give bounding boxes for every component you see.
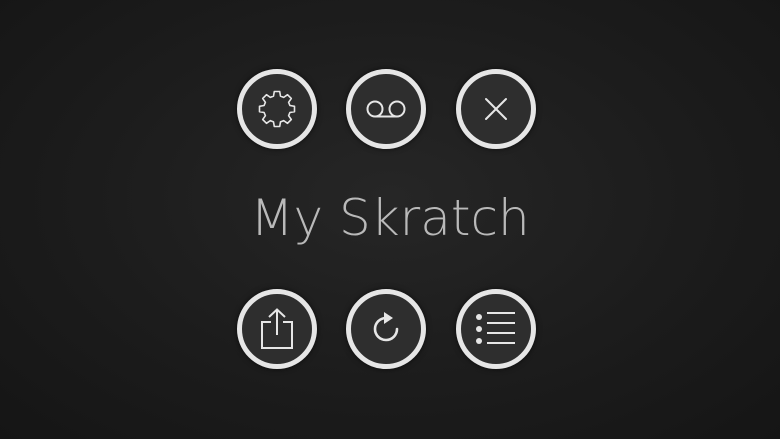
close-icon [483, 96, 509, 122]
share-button[interactable] [237, 289, 317, 369]
refresh-button[interactable] [346, 289, 426, 369]
list-button[interactable] [456, 289, 536, 369]
gear-icon [256, 88, 298, 130]
settings-button[interactable] [237, 69, 317, 149]
voicemail-icon [365, 97, 407, 121]
list-icon [474, 309, 518, 349]
app-title: My Skratch [250, 189, 530, 247]
home-screen: My Skratch [0, 0, 780, 439]
refresh-icon [368, 311, 404, 347]
close-button[interactable] [456, 69, 536, 149]
voicemail-button[interactable] [346, 69, 426, 149]
share-icon [257, 307, 297, 351]
